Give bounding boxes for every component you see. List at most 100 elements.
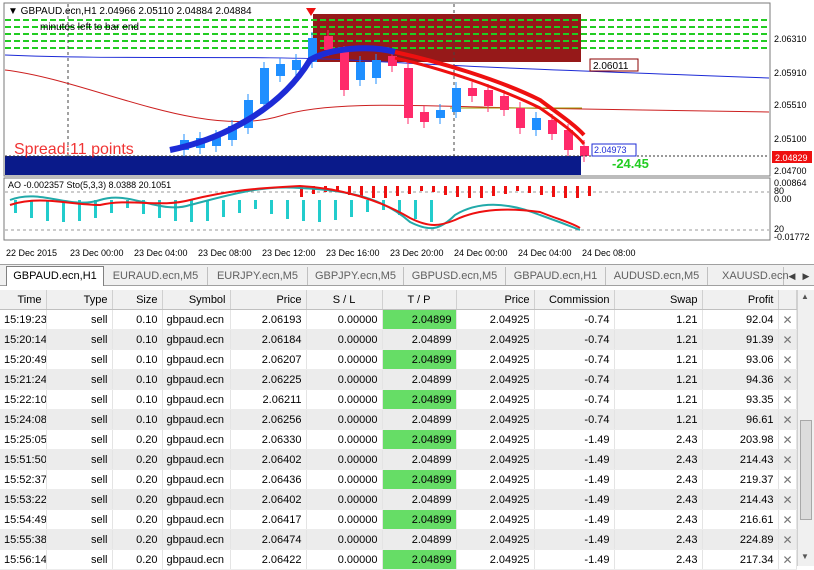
table-row[interactable]: 15:56:14 sell 0.20 gbpaud.ecn 2.06422 0.00000…	[0, 549, 797, 570]
cell-tp: 2.04899	[382, 449, 457, 470]
cell-time: 15:52:37	[0, 469, 47, 490]
cell-size: 0.20	[112, 529, 163, 550]
tab-euraud-m5[interactable]: EURAUD.ecn,M5	[104, 267, 208, 285]
tab-scroll-left-icon[interactable]: ◀	[786, 268, 798, 284]
close-order-icon[interactable]: ✕	[778, 509, 797, 530]
svg-text:2.06011: 2.06011	[593, 61, 629, 72]
cell-type: sell	[46, 409, 113, 430]
ao-bar	[414, 200, 417, 219]
cell-symbol: gbpaud.ecn	[162, 369, 231, 390]
cell-time: 15:20:14	[0, 329, 47, 350]
col-price[interactable]: Price	[230, 290, 307, 310]
table-row[interactable]: 15:20:14 sell 0.10 gbpaud.ecn 2.06184 0.00000…	[0, 329, 797, 350]
table-row[interactable]: 15:53:22 sell 0.20 gbpaud.ecn 2.06402 0.00000…	[0, 489, 797, 510]
table-row[interactable]: 15:54:49 sell 0.20 gbpaud.ecn 2.06417 0.00000…	[0, 509, 797, 530]
col-swap[interactable]: Swap	[614, 290, 703, 310]
col-tp[interactable]: T / P	[382, 290, 457, 310]
cell-symbol: gbpaud.ecn	[162, 329, 231, 350]
cell-commission: -0.74	[534, 309, 615, 330]
close-order-icon[interactable]: ✕	[778, 349, 797, 370]
close-order-icon[interactable]: ✕	[778, 529, 797, 550]
table-row[interactable]: 15:24:08 sell 0.10 gbpaud.ecn 2.06256 0.00000…	[0, 409, 797, 430]
col-time[interactable]: Time	[0, 290, 47, 310]
candle	[340, 52, 349, 90]
cell-time: 15:56:14	[0, 549, 47, 570]
tab-audusd-m5[interactable]: AUDUSD.ecn,M5	[606, 267, 708, 285]
ao-bar	[270, 200, 273, 214]
cell-price: 2.06256	[230, 409, 307, 430]
cell-type: sell	[46, 469, 113, 490]
ao-bar	[318, 200, 321, 222]
table-row[interactable]: 15:25:05 sell 0.20 gbpaud.ecn 2.06330 0.00000…	[0, 429, 797, 450]
col-sl[interactable]: S / L	[306, 290, 383, 310]
ao-bar-neg	[372, 186, 375, 198]
tab-scroll-right-icon[interactable]: ▶	[800, 268, 812, 284]
close-order-icon[interactable]: ✕	[778, 429, 797, 450]
cell-symbol: gbpaud.ecn	[162, 409, 231, 430]
candle	[532, 118, 541, 130]
cell-price: 2.06436	[230, 469, 307, 490]
col-symbol[interactable]: Symbol	[162, 290, 231, 310]
scroll-up-icon[interactable]: ▲	[801, 292, 809, 301]
table-row[interactable]: 15:51:50 sell 0.20 gbpaud.ecn 2.06402 0.00000…	[0, 449, 797, 470]
cell-size: 0.20	[112, 449, 163, 470]
col-current-price[interactable]: Price	[456, 290, 535, 310]
table-row[interactable]: 15:21:24 sell 0.10 gbpaud.ecn 2.06225 0.00000…	[0, 369, 797, 390]
ao-bar-neg	[384, 186, 387, 198]
close-order-icon[interactable]: ✕	[778, 409, 797, 430]
close-order-icon[interactable]: ✕	[778, 369, 797, 390]
ao-bar-neg	[444, 186, 447, 195]
tab-gbpaud-h1[interactable]: GBPAUD.ecn,H1	[6, 266, 104, 286]
cell-current-price: 2.04925	[456, 549, 535, 570]
col-size[interactable]: Size	[112, 290, 163, 310]
ao-bar	[430, 200, 433, 222]
close-order-icon[interactable]: ✕	[778, 309, 797, 330]
close-order-icon[interactable]: ✕	[778, 389, 797, 410]
cell-profit: 92.04	[702, 309, 779, 330]
ao-bar	[30, 200, 33, 218]
scroll-thumb[interactable]	[800, 420, 812, 520]
cell-profit: 219.37	[702, 469, 779, 490]
cell-price: 2.06402	[230, 449, 307, 470]
cell-size: 0.10	[112, 409, 163, 430]
cell-time: 15:24:08	[0, 409, 47, 430]
ao-bar	[254, 200, 257, 209]
close-order-icon[interactable]: ✕	[778, 449, 797, 470]
indicator-axis: 0.00864 80 0.00 20 -0.01772	[774, 178, 810, 242]
table-row[interactable]: 15:19:23 sell 0.10 gbpaud.ecn 2.06193 0.00000…	[0, 309, 797, 330]
col-type[interactable]: Type	[46, 290, 113, 310]
table-row[interactable]: 15:52:37 sell 0.20 gbpaud.ecn 2.06436 0.00000…	[0, 469, 797, 490]
candle	[580, 146, 589, 156]
cell-size: 0.20	[112, 549, 163, 570]
ao-bar-neg	[432, 186, 435, 192]
trade-table: Time Type Size Symbol Price S / L T / P …	[0, 290, 797, 570]
close-order-icon[interactable]: ✕	[778, 549, 797, 570]
cell-type: sell	[46, 349, 113, 370]
ao-bar	[46, 200, 49, 221]
table-scrollbar[interactable]: ▲ ▼	[797, 290, 814, 566]
cell-size: 0.10	[112, 369, 163, 390]
table-row[interactable]: 15:22:10 sell 0.10 gbpaud.ecn 2.06211 0.00000…	[0, 389, 797, 410]
table-row[interactable]: 15:55:38 sell 0.20 gbpaud.ecn 2.06474 0.00000…	[0, 529, 797, 550]
tab-eurjpy-m5[interactable]: EURJPY.ecn,M5	[208, 267, 308, 285]
close-order-icon[interactable]: ✕	[778, 489, 797, 510]
tab-xauusd[interactable]: XAUUSD.ecn	[708, 267, 789, 285]
cell-type: sell	[46, 389, 113, 410]
close-order-icon[interactable]: ✕	[778, 329, 797, 350]
tab-gbpusd-m5[interactable]: GBPUSD.ecn,M5	[404, 267, 506, 285]
cell-symbol: gbpaud.ecn	[162, 309, 231, 330]
col-commission[interactable]: Commission	[534, 290, 615, 310]
col-profit[interactable]: Profit	[702, 290, 779, 310]
close-order-icon[interactable]: ✕	[778, 469, 797, 490]
scroll-down-icon[interactable]: ▼	[801, 552, 809, 561]
table-row[interactable]: 15:20:49 sell 0.10 gbpaud.ecn 2.06207 0.00000…	[0, 349, 797, 370]
indicator-label: AO -0.002357 Sto(5,3,3) 8.0388 20.1051	[8, 180, 171, 190]
svg-text:-0.01772: -0.01772	[774, 232, 810, 242]
ao-bar	[334, 200, 337, 220]
tab-gbpjpy-m5[interactable]: GBPJPY.ecn,M5	[308, 267, 404, 285]
tab-gbpaud-h1-2[interactable]: GBPAUD.ecn,H1	[506, 267, 606, 285]
cell-commission: -1.49	[534, 469, 615, 490]
ao-bar	[286, 200, 289, 219]
candle	[548, 120, 557, 134]
price-chart[interactable]: ▼ GBPAUD.ecn,H1 2.04966 2.05110 2.04884 …	[0, 0, 814, 262]
